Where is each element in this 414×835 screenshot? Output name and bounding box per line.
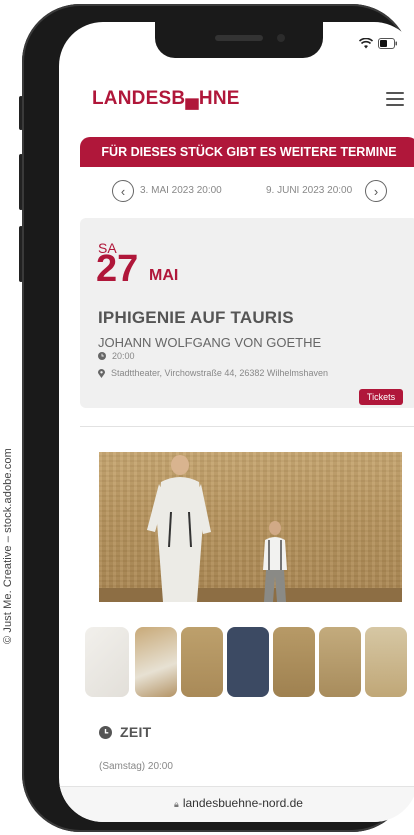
event-time: 20:00 <box>112 351 135 361</box>
thumbnail[interactable] <box>227 627 269 697</box>
production-photo[interactable] <box>99 452 402 602</box>
thumbnail[interactable] <box>135 627 177 697</box>
event-card: SA 27 MAI IPHIGENIE AUF TAURIS JOHANN WO… <box>80 218 414 408</box>
site-logo[interactable]: LANDESB▄HNE <box>92 88 240 110</box>
location-pin-icon <box>98 368 105 378</box>
zeit-section-header: ZEIT <box>99 724 152 740</box>
status-bar <box>359 36 398 50</box>
section-divider <box>80 426 414 427</box>
thumbnail[interactable] <box>273 627 315 697</box>
phone-frame: LANDESB▄HNE FÜR DIESES STÜCK GIBT ES WEI… <box>22 4 414 832</box>
date-switcher: ‹ 3. MAI 2023 20:00 9. JUNI 2023 20:00 › <box>59 172 414 208</box>
thumbnail[interactable] <box>85 627 129 697</box>
notch <box>155 22 323 58</box>
zeit-value: (Samstag) 20:00 <box>99 761 173 772</box>
url-display[interactable]: 🔒︎ landesbuehne-nord.de <box>59 796 414 810</box>
lock-icon: 🔒︎ <box>174 799 179 809</box>
clock-icon <box>98 352 106 360</box>
front-camera <box>277 34 285 42</box>
previous-date-button[interactable]: ‹ <box>112 180 134 202</box>
thumbnail[interactable] <box>181 627 223 697</box>
event-time-row: 20:00 <box>98 351 135 361</box>
zeit-label: ZEIT <box>120 724 152 740</box>
more-dates-banner: FÜR DIESES STÜCK GIBT ES WEITERE TERMINE <box>80 137 414 167</box>
event-author: JOHANN WOLFGANG VON GOETHE <box>98 335 322 350</box>
next-date-link[interactable]: 9. JUNI 2023 20:00 <box>266 185 352 196</box>
phone-screen: LANDESB▄HNE FÜR DIESES STÜCK GIBT ES WEI… <box>59 22 414 822</box>
battery-icon <box>378 37 397 49</box>
event-day: 27 <box>96 248 139 290</box>
thumbnail[interactable] <box>319 627 361 697</box>
actors-figure <box>147 455 287 602</box>
event-month: MAI <box>149 267 179 284</box>
photo-credit: © Just Me. Creative – stock.adobe.com <box>2 448 14 644</box>
event-title: IPHIGENIE AUF TAURIS <box>98 308 294 327</box>
chevron-right-icon: › <box>373 183 379 199</box>
event-venue: Stadttheater, Virchowstraße 44, 26382 Wi… <box>111 368 328 378</box>
next-date-button[interactable]: › <box>365 180 387 202</box>
hamburger-menu-icon[interactable] <box>386 92 404 106</box>
wifi-icon <box>359 37 373 48</box>
previous-date-link[interactable]: 3. MAI 2023 20:00 <box>140 185 222 196</box>
photo-thumbnails <box>59 627 414 697</box>
speaker <box>215 35 263 41</box>
url-text: landesbuehne-nord.de <box>182 796 303 810</box>
site-header: LANDESB▄HNE <box>59 80 414 120</box>
tickets-button[interactable]: Tickets <box>359 389 403 405</box>
chevron-left-icon: ‹ <box>120 183 126 199</box>
clock-icon <box>99 725 112 739</box>
thumbnail[interactable] <box>365 627 407 697</box>
event-venue-row: Stadttheater, Virchowstraße 44, 26382 Wi… <box>98 368 328 378</box>
browser-address-bar[interactable]: 🔒︎ landesbuehne-nord.de <box>59 786 414 822</box>
